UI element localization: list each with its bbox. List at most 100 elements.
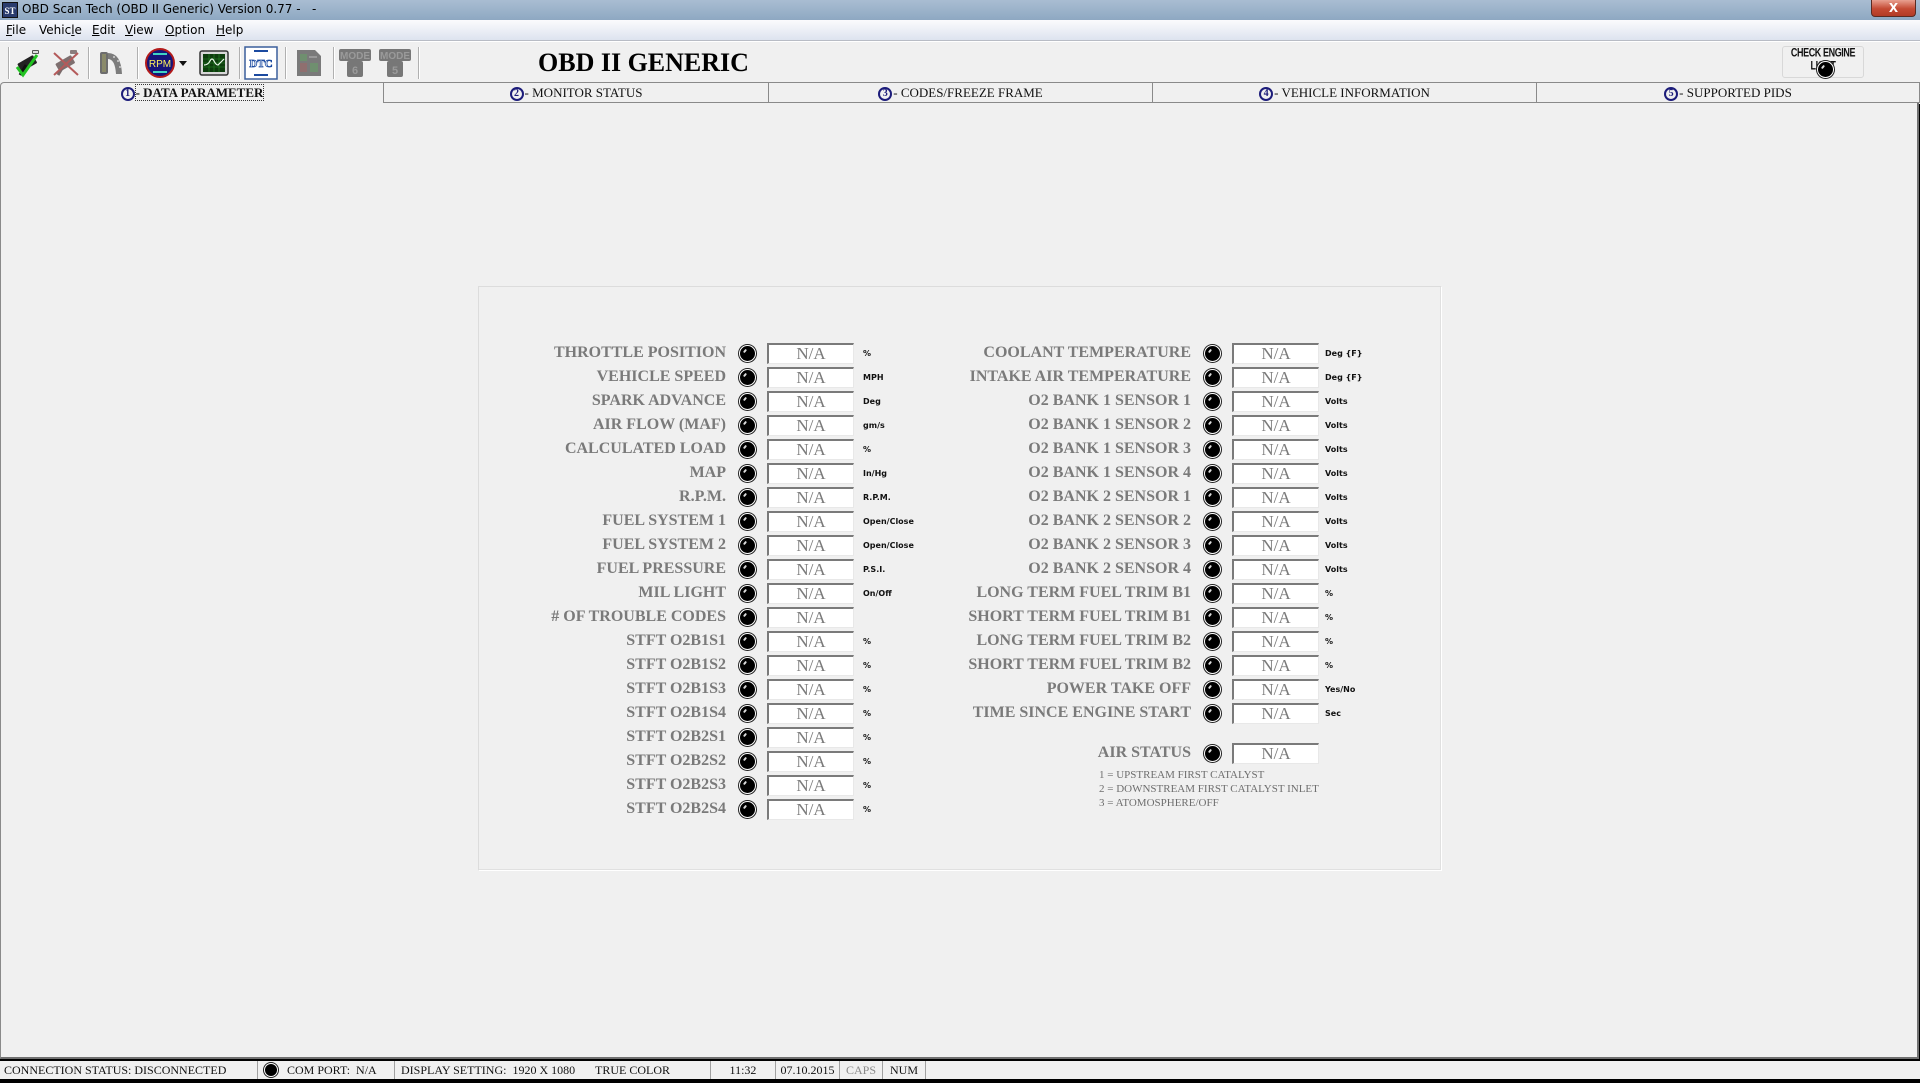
param-unit: % (1325, 589, 1334, 598)
status-led-icon (1205, 394, 1220, 409)
param-row-long-term-fuel-trim-b2: LONG TERM FUEL TRIM B2 (479, 631, 1191, 653)
param-row-short-term-fuel-trim-b2: SHORT TERM FUEL TRIM B2 (479, 655, 1191, 677)
status-led-icon (1205, 514, 1220, 529)
param-unit: Volts (1325, 397, 1348, 406)
param-value-o2-bank-1-sensor-3: N/A (1232, 439, 1319, 460)
svg-text:MODE: MODE (380, 51, 410, 62)
param-unit: Volts (1325, 565, 1348, 574)
mode5-icon: MODE 5 (379, 49, 411, 77)
param-value-o2-bank-1-sensor-2: N/A (1232, 415, 1319, 436)
graph-button[interactable] (197, 46, 231, 80)
menu-vehicle[interactable]: Vehicle (39, 23, 82, 37)
check-engine-light-indicator: CHECK ENGINE LIGHT (1782, 46, 1864, 78)
param-label: SHORT TERM FUEL TRIM B2 (968, 656, 1191, 673)
status-led-icon (1205, 610, 1220, 625)
status-led-icon (1205, 682, 1220, 697)
param-value-air-status: N/A (1232, 743, 1319, 764)
window-title: OBD Scan Tech (OBD II Generic) Version 0… (22, 2, 317, 16)
tab-codes-freeze-frame[interactable]: 3- CODES/FREEZE FRAME (768, 82, 1153, 103)
dtc-button[interactable]: DTC (244, 46, 278, 80)
tab-label: - DATA PARAMETER (134, 84, 265, 101)
param-unit: Sec (1325, 709, 1341, 718)
mode5-button[interactable]: MODE 5 (378, 46, 412, 80)
param-unit: Volts (1325, 421, 1348, 430)
status-led-icon (1205, 634, 1220, 649)
param-unit: Volts (1325, 541, 1348, 550)
tab-supported-pids[interactable]: 5- SUPPORTED PIDS (1536, 82, 1920, 103)
report-icon (297, 50, 321, 76)
tab-vehicle-information[interactable]: 4- VEHICLE INFORMATION (1152, 82, 1537, 103)
param-value-stft-o2b2s4: N/A (767, 799, 854, 820)
param-unit: Deg {F} (1325, 349, 1363, 358)
param-label: O2 BANK 2 SENSOR 3 (1028, 536, 1191, 553)
status-led-icon (740, 778, 755, 793)
connection-led-icon (265, 1064, 277, 1076)
toolbar-separator (8, 47, 10, 79)
menu-help[interactable]: Help (216, 23, 243, 37)
svg-text:5: 5 (392, 65, 398, 77)
param-row-short-term-fuel-trim-b1: SHORT TERM FUEL TRIM B1 (479, 607, 1191, 629)
status-led-icon (1205, 346, 1220, 361)
param-unit: % (863, 733, 872, 742)
param-label: O2 BANK 1 SENSOR 3 (1028, 440, 1191, 457)
window-title-bar: ST OBD Scan Tech (OBD II Generic) Versio… (0, 0, 1920, 20)
app-icon: ST (2, 2, 18, 18)
tab-monitor-status[interactable]: 2- MONITOR STATUS (383, 82, 769, 103)
param-unit: Yes/No (1325, 685, 1356, 694)
air-status-legend-line: 3 = ATOMOSPHERE/OFF (1099, 797, 1219, 809)
color-mode-status: TRUE COLOR (591, 1061, 711, 1079)
param-value-o2-bank-1-sensor-1: N/A (1232, 391, 1319, 412)
param-label: LONG TERM FUEL TRIM B2 (976, 632, 1191, 649)
rpm-gauge-button[interactable]: RPM (143, 46, 177, 80)
param-row-stft-o2b2s4: STFT O2B2S4 (479, 799, 726, 821)
toolbar: RPM DTC MODE 6 MODE 5 OBD II GENERIC CHE… (0, 41, 1920, 82)
tab-number-badge: 3 (878, 87, 893, 101)
param-value-stft-o2b2s3: N/A (767, 775, 854, 796)
param-value-intake-air-temperature: N/A (1232, 367, 1319, 388)
disconnect-button[interactable] (49, 46, 83, 80)
toolbar-separator (137, 47, 139, 79)
tab-data-parameter[interactable]: 1- DATA PARAMETER (0, 82, 384, 104)
svg-text:RPM: RPM (149, 59, 171, 70)
status-led-icon (1205, 706, 1220, 721)
param-label: POWER TAKE OFF (1046, 680, 1191, 697)
param-row-air-status: AIR STATUS (479, 743, 1191, 765)
report-button[interactable] (292, 46, 326, 80)
svg-text:6: 6 (352, 65, 358, 77)
param-row-long-term-fuel-trim-b1: LONG TERM FUEL TRIM B1 (479, 583, 1191, 605)
param-value-short-term-fuel-trim-b2: N/A (1232, 655, 1319, 676)
record-button[interactable] (94, 46, 128, 80)
param-value-power-take-off: N/A (1232, 679, 1319, 700)
rpm-dropdown-button[interactable] (177, 46, 189, 80)
param-label: SHORT TERM FUEL TRIM B1 (968, 608, 1191, 625)
page-title: OBD II GENERIC (538, 48, 749, 77)
param-unit: % (1325, 661, 1334, 670)
tab-number-badge: 5 (1664, 87, 1679, 101)
menu-option[interactable]: Option (165, 23, 205, 37)
menu-edit[interactable]: Edit (92, 23, 115, 37)
tab-label: - MONITOR STATUS (524, 85, 643, 100)
connect-button[interactable] (11, 46, 45, 80)
rpm-gauge-icon: RPM (145, 48, 175, 78)
status-led-icon (740, 802, 755, 817)
status-led-icon (1205, 418, 1220, 433)
tab-label: - SUPPORTED PIDS (1679, 85, 1792, 100)
param-row-o2-bank-2-sensor-3: O2 BANK 2 SENSOR 3 (479, 535, 1191, 557)
toolbar-separator (239, 47, 241, 79)
close-window-button[interactable]: X (1871, 0, 1916, 17)
param-row-time-since-engine-start: TIME SINCE ENGINE START (479, 703, 1191, 725)
param-unit: % (1325, 637, 1334, 646)
param-row-power-take-off: POWER TAKE OFF (479, 679, 1191, 701)
menu-file[interactable]: File (6, 23, 26, 37)
param-value-o2-bank-2-sensor-2: N/A (1232, 511, 1319, 532)
mode6-button[interactable]: MODE 6 (338, 46, 372, 80)
display-setting-status: DISPLAY SETTING: 1920 X 1080 (401, 1063, 576, 1077)
param-label: STFT O2B2S3 (626, 776, 726, 793)
num-lock-indicator: NUM (883, 1061, 926, 1079)
mode6-icon: MODE 6 (339, 49, 371, 77)
param-label: O2 BANK 1 SENSOR 2 (1028, 416, 1191, 433)
menu-view[interactable]: View (125, 23, 153, 37)
com-port-status: COM PORT: N/A (283, 1061, 395, 1079)
status-led-icon (1205, 746, 1220, 761)
toolbar-separator (285, 47, 287, 79)
